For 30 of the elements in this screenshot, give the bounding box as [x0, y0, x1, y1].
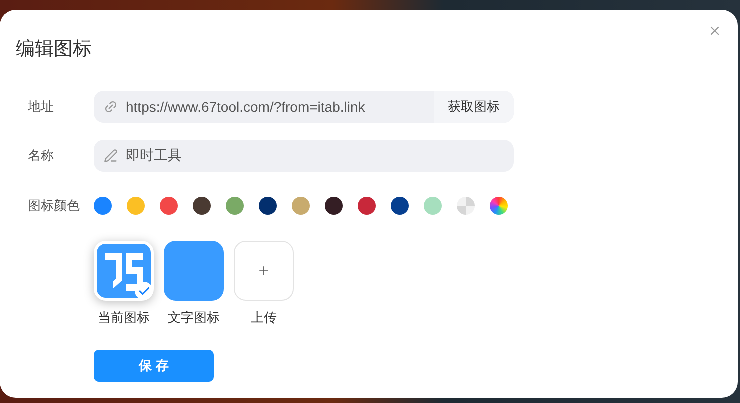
- color-swatch[interactable]: [292, 197, 310, 215]
- color-swatch[interactable]: [424, 197, 442, 215]
- close-button[interactable]: [708, 24, 722, 38]
- tile-label: 上传: [251, 309, 277, 327]
- upload-tile[interactable]: [234, 241, 294, 301]
- icon-tile[interactable]: [164, 241, 224, 301]
- color-swatch[interactable]: [490, 197, 508, 215]
- icon-tile[interactable]: [94, 241, 154, 301]
- pen-icon: [104, 149, 118, 163]
- color-swatch[interactable]: [325, 197, 343, 215]
- color-swatch[interactable]: [259, 197, 277, 215]
- field-label: 图标颜色: [28, 197, 81, 215]
- color-swatch[interactable]: [358, 197, 376, 215]
- check-icon: [135, 282, 153, 300]
- color-swatch[interactable]: [457, 197, 475, 215]
- color-swatch[interactable]: [391, 197, 409, 215]
- address-input[interactable]: https://www.67tool.com/?from=itab.link: [118, 91, 434, 123]
- fetch-icon-button[interactable]: 获取图标: [434, 91, 514, 123]
- tile-label: 当前图标: [98, 309, 150, 327]
- tile-label: 文字图标: [168, 309, 220, 327]
- plus-icon: [257, 264, 271, 278]
- color-swatch[interactable]: [160, 197, 178, 215]
- color-swatch[interactable]: [94, 197, 112, 215]
- color-swatch[interactable]: [127, 197, 145, 215]
- address-field[interactable]: https://www.67tool.com/?from=itab.link 获取图标: [94, 91, 514, 123]
- dialog-title: 编辑图标: [16, 38, 93, 62]
- field-label: 名称: [28, 147, 55, 165]
- color-swatch[interactable]: [226, 197, 244, 215]
- field-label: 地址: [28, 98, 55, 116]
- color-swatch[interactable]: [193, 197, 211, 215]
